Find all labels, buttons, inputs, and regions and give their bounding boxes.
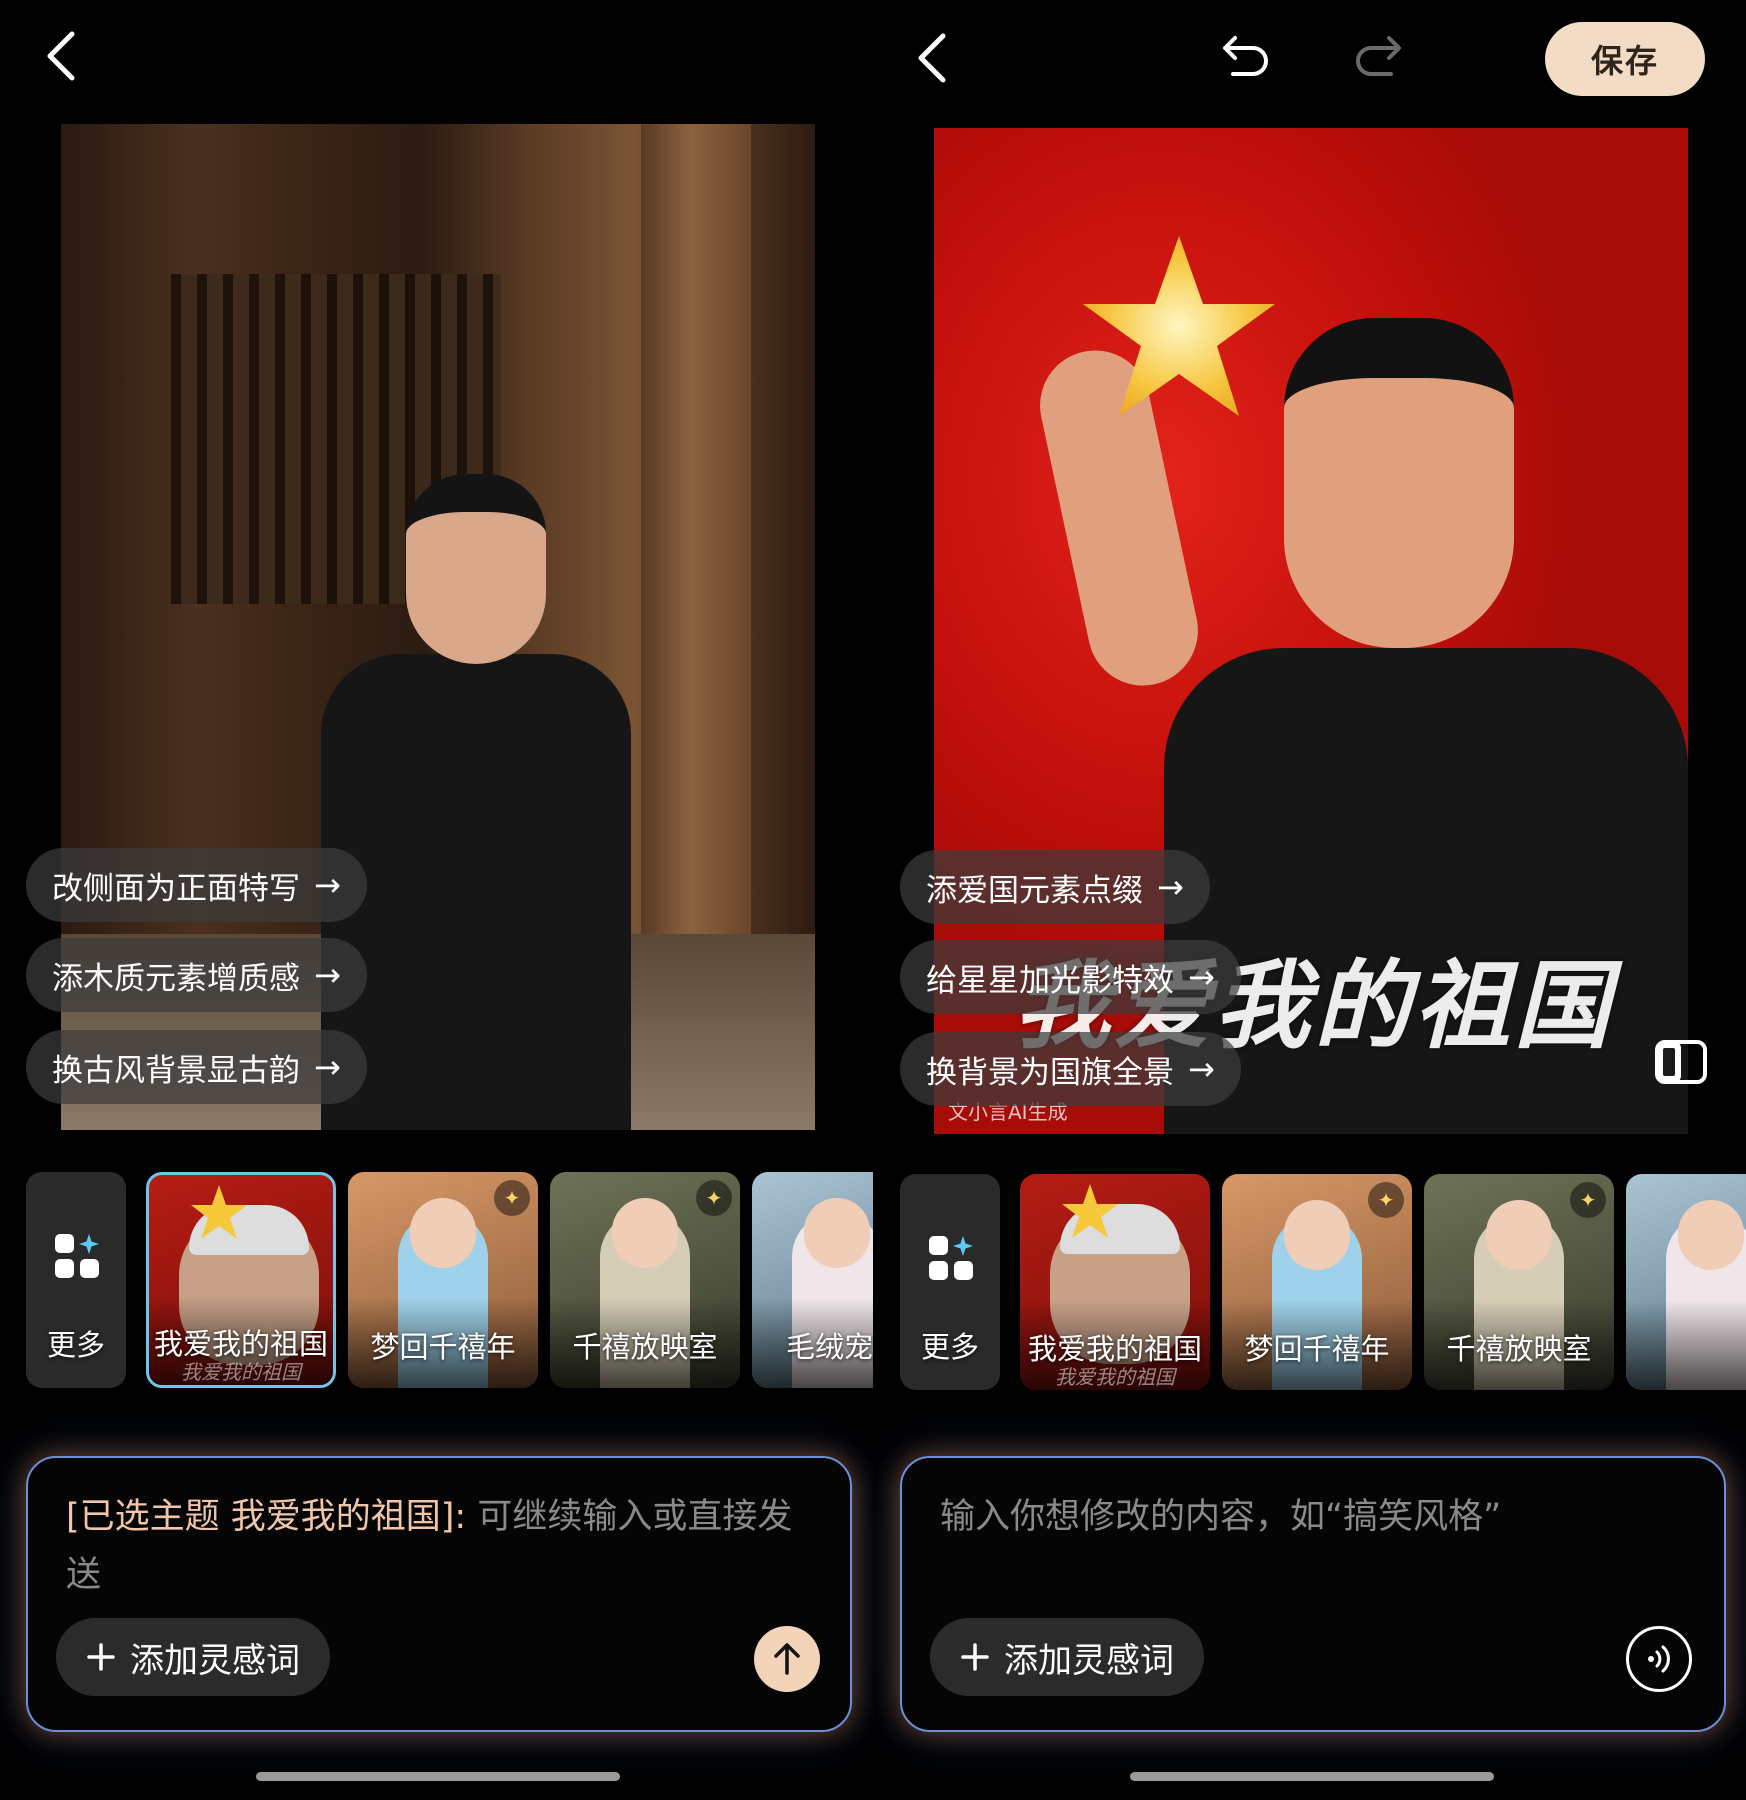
theme-tile-cinema[interactable]: ✦ 千禧放映室 [1424,1174,1614,1390]
magic-wand-icon: ✦ [1368,1182,1404,1218]
editor-screen-left: 改侧面为正面特写 → 添木质元素增质感 → 换古风背景显古韵 → 更多 我爱我的 [0,0,873,1800]
tile-subtitle: 我爱我的祖国 [1055,1365,1175,1389]
selected-topic: [已选主题 我爱我的祖国]: [66,1497,467,1537]
tile-label: 毛绒宠 [786,1330,873,1364]
plus-icon [961,1643,989,1671]
model-head [1284,1200,1350,1270]
suggestion-chip[interactable]: 改侧面为正面特写 → [26,848,367,922]
person-head [406,474,546,664]
theme-tile-patriot[interactable]: 我爱我的祖国 我爱我的祖国 [146,1172,336,1388]
chip-label: 给星星加光影特效 [926,962,1174,999]
model-head [612,1198,678,1268]
redo-button[interactable] [1349,30,1407,82]
theme-strip: 更多 我爱我的祖国 我爱我的祖国 ✦ 梦回千禧年 ✦ 千禧放映室 [26,1172,873,1388]
add-inspiration-label: 添加灵感词 [1004,1640,1174,1681]
save-button[interactable]: 保存 [1545,22,1705,96]
tile-label: 千禧放映室 [1446,1332,1592,1366]
arrow-right-icon: → [314,866,341,904]
tile-label: 千禧放映室 [572,1330,718,1364]
back-button[interactable] [38,28,82,84]
more-grid-icon [55,1234,99,1278]
send-arrow-icon [774,1643,800,1675]
add-inspiration-label: 添加灵感词 [130,1640,300,1681]
more-grid-icon [929,1236,973,1280]
prompt-input[interactable]: 输入你想修改的内容，如“搞笑风格” [940,1488,1680,1546]
suggestion-chip[interactable]: 换古风背景显古韵 → [26,1030,367,1104]
person-head [1284,318,1514,648]
model-head [410,1198,476,1268]
chip-label: 添爱国元素点缀 [926,872,1143,909]
send-button[interactable] [754,1626,820,1692]
star-icon [191,1185,247,1239]
arrow-right-icon: → [314,1048,341,1086]
theme-tile-fluffy[interactable]: 毛绒宠 [752,1172,873,1388]
voice-input-button[interactable] [1626,1626,1692,1692]
magic-wand-icon: ✦ [696,1180,732,1216]
more-themes-button[interactable]: 更多 [900,1174,1000,1390]
arrow-right-icon: → [1188,958,1215,996]
prompt-input-panel[interactable]: [已选主题 我爱我的祖国]: 可继续输入或直接发送 添加灵感词 [26,1456,852,1732]
compare-icon [1655,1040,1707,1084]
theme-tile-patriot[interactable]: 我爱我的祖国 我爱我的祖国 [1020,1174,1210,1390]
home-indicator[interactable] [1130,1772,1494,1781]
suggestion-chip[interactable]: 给星星加光影特效 → [900,940,1241,1014]
chip-label: 换背景为国旗全景 [926,1054,1174,1091]
back-icon [47,31,75,81]
undo-button[interactable] [1217,30,1275,82]
person-body [321,654,631,1130]
arrow-right-icon: → [314,956,341,994]
suggestion-chip[interactable]: 添爱国元素点缀 → [900,850,1210,924]
home-indicator[interactable] [256,1772,620,1781]
tile-fade [1626,1300,1746,1390]
theme-tile-dream[interactable]: ✦ 梦回千禧年 [348,1172,538,1388]
model-head [804,1198,870,1268]
magic-wand-icon: ✦ [494,1180,530,1216]
add-inspiration-button[interactable]: 添加灵感词 [56,1618,330,1696]
star-icon [1062,1184,1118,1238]
tile-label: 梦回千禧年 [1244,1332,1390,1366]
tile-label: 更多 [46,1328,105,1362]
compare-button[interactable] [1649,1030,1713,1094]
star-icon [1083,236,1275,416]
arrow-right-icon: → [1188,1050,1215,1088]
theme-strip: 更多 我爱我的祖国 我爱我的祖国 ✦ 梦回千禧年 ✦ 千禧放映室 [900,1174,1746,1390]
redo-icon [1356,36,1401,76]
magic-wand-icon: ✦ [1570,1182,1606,1218]
add-inspiration-button[interactable]: 添加灵感词 [930,1618,1204,1696]
plus-icon [87,1643,115,1671]
theme-tile-dream[interactable]: ✦ 梦回千禧年 [1222,1174,1412,1390]
voice-icon [1648,1645,1670,1673]
more-themes-button[interactable]: 更多 [26,1172,126,1388]
chip-label: 换古风背景显古韵 [52,1052,300,1089]
back-icon [918,33,946,83]
suggestion-chip[interactable]: 添木质元素增质感 → [26,938,367,1012]
chip-label: 改侧面为正面特写 [52,870,300,907]
tile-label: 梦回千禧年 [370,1330,516,1364]
undo-icon [1223,36,1268,76]
arrow-right-icon: → [1157,868,1184,906]
editor-screen-right: 保存 我爱我的祖国 文小言AI生成 添爱国元素点缀 → 给星星加光影特效 → 换… [873,0,1746,1800]
theme-tile-fluffy[interactable] [1626,1174,1746,1390]
tile-subtitle: 我爱我的祖国 [181,1360,301,1384]
tile-label: 更多 [920,1330,979,1364]
prompt-input-panel[interactable]: 输入你想修改的内容，如“搞笑风格” 添加灵感词 [900,1456,1726,1732]
model-head [1486,1200,1552,1270]
back-button[interactable] [909,30,953,86]
suggestion-chip[interactable]: 换背景为国旗全景 → [900,1032,1241,1106]
chip-label: 添木质元素增质感 [52,960,300,997]
model-head [1678,1200,1744,1270]
prompt-input[interactable]: [已选主题 我爱我的祖国]: 可继续输入或直接发送 [66,1488,806,1604]
theme-tile-cinema[interactable]: ✦ 千禧放映室 [550,1172,740,1388]
